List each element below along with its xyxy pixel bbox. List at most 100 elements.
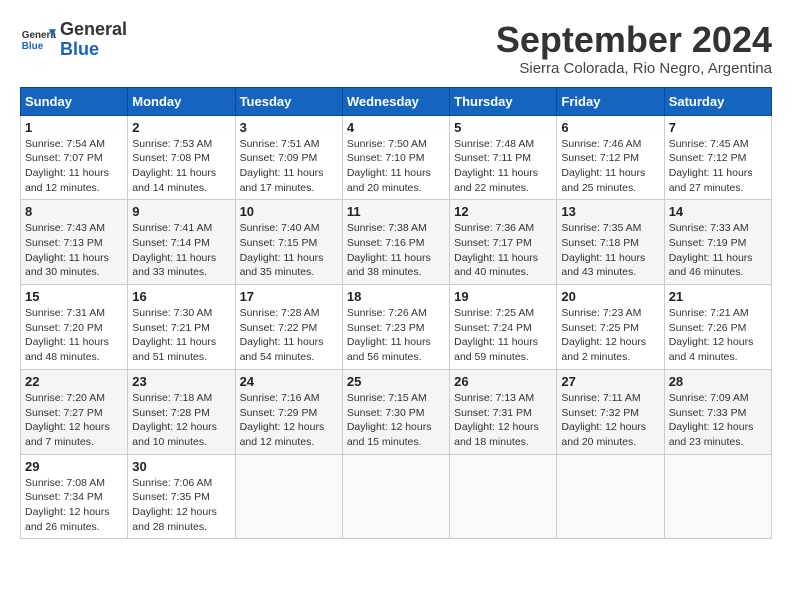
calendar-cell: 23 Sunrise: 7:18 AMSunset: 7:28 PMDayligh… bbox=[128, 369, 235, 454]
day-number: 18 bbox=[347, 289, 445, 304]
calendar-week-4: 22 Sunrise: 7:20 AMSunset: 7:27 PMDayligh… bbox=[21, 369, 772, 454]
day-info: Sunrise: 7:18 AMSunset: 7:28 PMDaylight:… bbox=[132, 391, 230, 450]
day-number: 14 bbox=[669, 204, 767, 219]
day-info: Sunrise: 7:23 AMSunset: 7:25 PMDaylight:… bbox=[561, 306, 659, 365]
day-number: 13 bbox=[561, 204, 659, 219]
calendar-cell: 28Sunrise: 7:09 AMSunset: 7:33 PMDayligh… bbox=[664, 369, 771, 454]
day-info: Sunrise: 7:43 AMSunset: 7:13 PMDaylight:… bbox=[25, 221, 123, 280]
day-number: 3 bbox=[240, 120, 338, 135]
calendar-cell: 17 Sunrise: 7:28 AMSunset: 7:22 PMDayligh… bbox=[235, 285, 342, 370]
day-info: Sunrise: 7:46 AMSunset: 7:12 PMDaylight:… bbox=[561, 137, 659, 196]
calendar-cell: 1 Sunrise: 7:54 AMSunset: 7:07 PMDaylight… bbox=[21, 115, 128, 200]
calendar-cell: 4 Sunrise: 7:50 AMSunset: 7:10 PMDaylight… bbox=[342, 115, 449, 200]
calendar-cell bbox=[450, 454, 557, 539]
day-info: Sunrise: 7:53 AMSunset: 7:08 PMDaylight:… bbox=[132, 137, 230, 196]
day-number: 7 bbox=[669, 120, 767, 135]
calendar-cell: 8 Sunrise: 7:43 AMSunset: 7:13 PMDaylight… bbox=[21, 200, 128, 285]
calendar-cell: 3 Sunrise: 7:51 AMSunset: 7:09 PMDaylight… bbox=[235, 115, 342, 200]
title-section: September 2024 Sierra Colorada, Rio Negr… bbox=[496, 20, 772, 77]
day-info: Sunrise: 7:11 AMSunset: 7:32 PMDaylight:… bbox=[561, 391, 659, 450]
day-number: 28 bbox=[669, 374, 767, 389]
calendar-cell: 22 Sunrise: 7:20 AMSunset: 7:27 PMDayligh… bbox=[21, 369, 128, 454]
day-number: 22 bbox=[25, 374, 123, 389]
calendar-cell: 10 Sunrise: 7:40 AMSunset: 7:15 PMDayligh… bbox=[235, 200, 342, 285]
calendar-cell: 29Sunrise: 7:08 AMSunset: 7:34 PMDayligh… bbox=[21, 454, 128, 539]
day-number: 12 bbox=[454, 204, 552, 219]
day-number: 15 bbox=[25, 289, 123, 304]
day-info: Sunrise: 7:31 AMSunset: 7:20 PMDaylight:… bbox=[25, 306, 123, 365]
calendar-week-3: 15 Sunrise: 7:31 AMSunset: 7:20 PMDayligh… bbox=[21, 285, 772, 370]
day-info: Sunrise: 7:30 AMSunset: 7:21 PMDaylight:… bbox=[132, 306, 230, 365]
weekday-header-sunday: Sunday bbox=[21, 87, 128, 115]
calendar-cell: 18Sunrise: 7:26 AMSunset: 7:23 PMDayligh… bbox=[342, 285, 449, 370]
calendar-cell: 25Sunrise: 7:15 AMSunset: 7:30 PMDayligh… bbox=[342, 369, 449, 454]
day-number: 20 bbox=[561, 289, 659, 304]
day-number: 16 bbox=[132, 289, 230, 304]
day-number: 26 bbox=[454, 374, 552, 389]
day-info: Sunrise: 7:40 AMSunset: 7:15 PMDaylight:… bbox=[240, 221, 338, 280]
calendar-cell: 11 Sunrise: 7:38 AMSunset: 7:16 PMDayligh… bbox=[342, 200, 449, 285]
day-info: Sunrise: 7:48 AMSunset: 7:11 PMDaylight:… bbox=[454, 137, 552, 196]
day-info: Sunrise: 7:16 AMSunset: 7:29 PMDaylight:… bbox=[240, 391, 338, 450]
calendar-cell: 6Sunrise: 7:46 AMSunset: 7:12 PMDaylight… bbox=[557, 115, 664, 200]
day-number: 2 bbox=[132, 120, 230, 135]
day-info: Sunrise: 7:51 AMSunset: 7:09 PMDaylight:… bbox=[240, 137, 338, 196]
day-number: 4 bbox=[347, 120, 445, 135]
logo-blue-text: Blue bbox=[60, 39, 99, 59]
day-info: Sunrise: 7:33 AMSunset: 7:19 PMDaylight:… bbox=[669, 221, 767, 280]
calendar-cell: 2 Sunrise: 7:53 AMSunset: 7:08 PMDaylight… bbox=[128, 115, 235, 200]
weekday-header-wednesday: Wednesday bbox=[342, 87, 449, 115]
calendar-table: SundayMondayTuesdayWednesdayThursdayFrid… bbox=[20, 87, 772, 540]
day-number: 1 bbox=[25, 120, 123, 135]
calendar-cell: 26 Sunrise: 7:13 AMSunset: 7:31 PMDayligh… bbox=[450, 369, 557, 454]
month-title: September 2024 bbox=[496, 20, 772, 60]
page-header: General Blue General Blue September 2024… bbox=[20, 20, 772, 77]
calendar-cell: 24 Sunrise: 7:16 AMSunset: 7:29 PMDayligh… bbox=[235, 369, 342, 454]
day-number: 8 bbox=[25, 204, 123, 219]
day-number: 10 bbox=[240, 204, 338, 219]
calendar-cell: 7 Sunrise: 7:45 AMSunset: 7:12 PMDaylight… bbox=[664, 115, 771, 200]
day-info: Sunrise: 7:20 AMSunset: 7:27 PMDaylight:… bbox=[25, 391, 123, 450]
calendar-week-5: 29Sunrise: 7:08 AMSunset: 7:34 PMDayligh… bbox=[21, 454, 772, 539]
day-info: Sunrise: 7:15 AMSunset: 7:30 PMDaylight:… bbox=[347, 391, 445, 450]
day-number: 11 bbox=[347, 204, 445, 219]
day-number: 27 bbox=[561, 374, 659, 389]
calendar-cell: 5Sunrise: 7:48 AMSunset: 7:11 PMDaylight… bbox=[450, 115, 557, 200]
calendar-cell: 20 Sunrise: 7:23 AMSunset: 7:25 PMDayligh… bbox=[557, 285, 664, 370]
calendar-cell: 9Sunrise: 7:41 AMSunset: 7:14 PMDaylight… bbox=[128, 200, 235, 285]
day-info: Sunrise: 7:38 AMSunset: 7:16 PMDaylight:… bbox=[347, 221, 445, 280]
day-info: Sunrise: 7:36 AMSunset: 7:17 PMDaylight:… bbox=[454, 221, 552, 280]
location-subtitle: Sierra Colorada, Rio Negro, Argentina bbox=[496, 60, 772, 77]
calendar-cell: 13 Sunrise: 7:35 AMSunset: 7:18 PMDayligh… bbox=[557, 200, 664, 285]
day-info: Sunrise: 7:35 AMSunset: 7:18 PMDaylight:… bbox=[561, 221, 659, 280]
day-number: 19 bbox=[454, 289, 552, 304]
logo: General Blue General Blue bbox=[20, 20, 127, 60]
calendar-cell bbox=[664, 454, 771, 539]
calendar-cell: 30Sunrise: 7:06 AMSunset: 7:35 PMDayligh… bbox=[128, 454, 235, 539]
day-info: Sunrise: 7:28 AMSunset: 7:22 PMDaylight:… bbox=[240, 306, 338, 365]
calendar-cell: 14 Sunrise: 7:33 AMSunset: 7:19 PMDayligh… bbox=[664, 200, 771, 285]
calendar-week-1: 1 Sunrise: 7:54 AMSunset: 7:07 PMDaylight… bbox=[21, 115, 772, 200]
weekday-header-saturday: Saturday bbox=[664, 87, 771, 115]
day-info: Sunrise: 7:13 AMSunset: 7:31 PMDaylight:… bbox=[454, 391, 552, 450]
day-number: 23 bbox=[132, 374, 230, 389]
calendar-cell: 16 Sunrise: 7:30 AMSunset: 7:21 PMDayligh… bbox=[128, 285, 235, 370]
logo-icon: General Blue bbox=[20, 22, 56, 58]
day-info: Sunrise: 7:50 AMSunset: 7:10 PMDaylight:… bbox=[347, 137, 445, 196]
day-info: Sunrise: 7:54 AMSunset: 7:07 PMDaylight:… bbox=[25, 137, 123, 196]
day-number: 24 bbox=[240, 374, 338, 389]
calendar-cell: 15 Sunrise: 7:31 AMSunset: 7:20 PMDayligh… bbox=[21, 285, 128, 370]
day-number: 21 bbox=[669, 289, 767, 304]
logo-general-text: General bbox=[60, 19, 127, 39]
day-info: Sunrise: 7:06 AMSunset: 7:35 PMDaylight:… bbox=[132, 476, 230, 535]
weekday-header-monday: Monday bbox=[128, 87, 235, 115]
day-number: 9 bbox=[132, 204, 230, 219]
svg-text:Blue: Blue bbox=[22, 41, 44, 52]
day-info: Sunrise: 7:45 AMSunset: 7:12 PMDaylight:… bbox=[669, 137, 767, 196]
day-info: Sunrise: 7:25 AMSunset: 7:24 PMDaylight:… bbox=[454, 306, 552, 365]
day-number: 17 bbox=[240, 289, 338, 304]
day-info: Sunrise: 7:21 AMSunset: 7:26 PMDaylight:… bbox=[669, 306, 767, 365]
calendar-cell: 12 Sunrise: 7:36 AMSunset: 7:17 PMDayligh… bbox=[450, 200, 557, 285]
calendar-cell bbox=[235, 454, 342, 539]
calendar-cell: 27 Sunrise: 7:11 AMSunset: 7:32 PMDayligh… bbox=[557, 369, 664, 454]
